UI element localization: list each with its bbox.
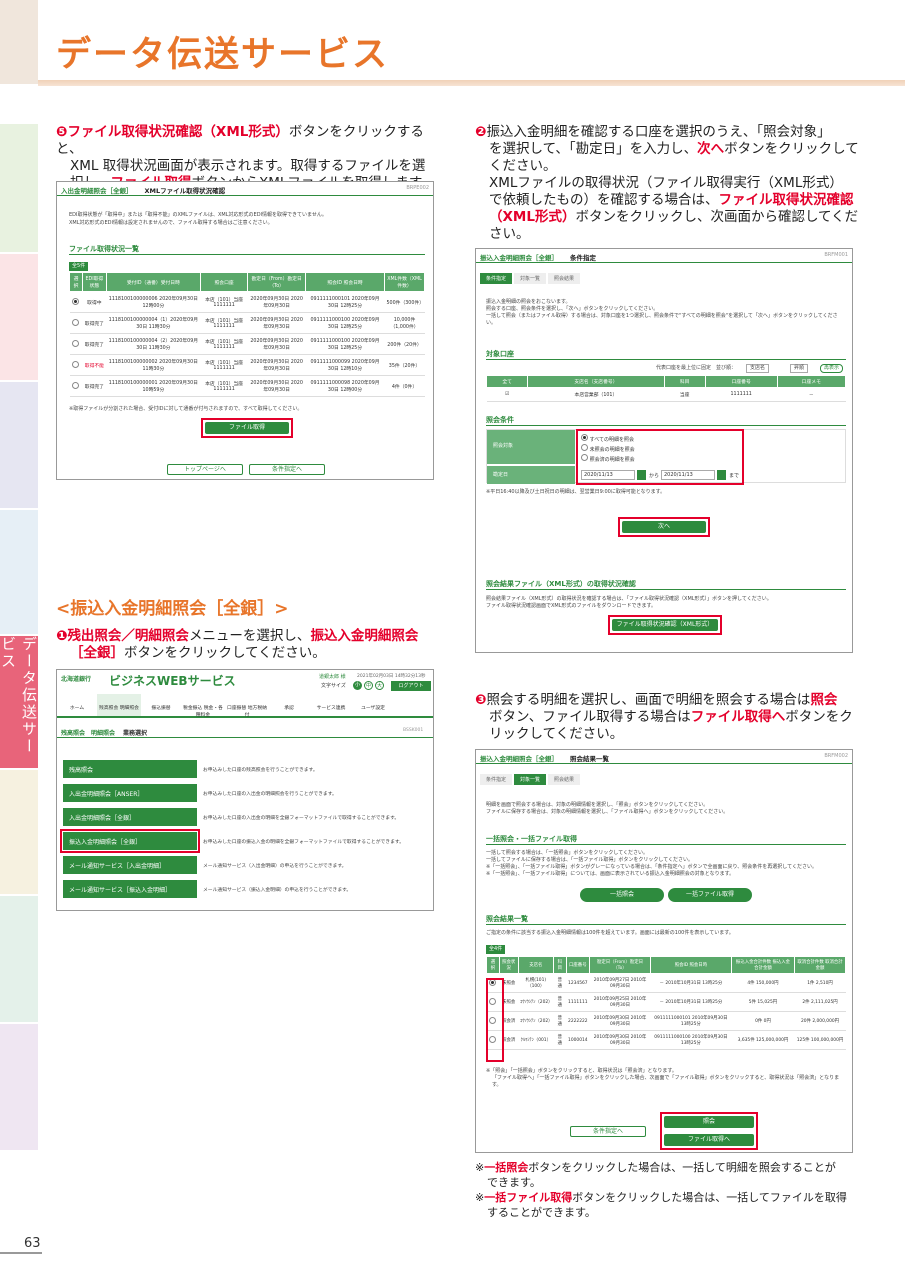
login-date: 2021年02月03日 14時32分13秒 [357,674,426,679]
step3-text: ❸照会する明細を選択し、画面で明細を照会する場合は照会 ボタン、ファイル取得する… [475,692,853,742]
target-label: 照会対象 [487,430,575,464]
step2-text: ❷振込入金明細を確認する口座を選択のうえ、「照会対象」 を選択して、「勘定日」を… [475,124,859,242]
highlight-box [576,429,744,485]
nav-user-settings[interactable]: ユーザ設定 [353,694,393,716]
bank-logo: 北海道銀行 [61,676,92,683]
logout-button[interactable]: ログアウト [391,681,431,691]
step1-text: ❶残出照会／明細照会メニューを選択し、振込入金明細照会 ［全銀］ボタンをクリック… [56,628,419,661]
step-indicator: 条件指定 対象一覧 照会結果 [480,774,581,785]
header-left-accent [0,0,38,84]
menu-desc: お申込みした口座の残高照会を行うことができます。 [203,768,318,773]
menu-desc: メール通知サービス（振込入金明細）の申込を行うことができます。 [203,888,352,893]
side-strip-7 [0,1024,38,1150]
side-strip-5 [0,770,38,894]
user-name: 道銀太郎 様 [319,674,346,680]
side-strip-2 [0,254,38,380]
nav-approval[interactable]: 承認 [269,694,309,716]
highlight-box [618,517,710,537]
bottom-notes: ※一括照会ボタンをクリックした場合は、一括して明細を照会することが できます。 … [475,1161,847,1219]
side-tab-data-transfer: データ伝送サービス [0,636,38,768]
font-size-label: 文字サイズ [321,683,346,689]
service-title: ビジネスWEBサービス [109,674,236,688]
nav-service-link[interactable]: サービス連携 [309,694,353,716]
condition-button[interactable]: 条件指定へ [249,464,325,475]
header-underline [38,80,905,86]
screenshot-condition: 振込入金明細照会［全銀］ 条件指定 BRFM001 条件指定 対象一覧 照会結果 振込入… [475,248,853,653]
nav-transfer[interactable]: 振込振替 [141,694,181,716]
table-row: 取得不能 1118100100000002 2020年09月30日 11時30分本… [69,354,425,376]
page: データ伝送サービス データ伝送サービス ❺ファイル取得状況確認（XML形式）ボタ… [0,0,905,1280]
screenshot-result-list: 振込入金明細照会［全銀］ 照会結果一覧 BRFM002 条件指定 対象一覧 照会結果 明… [475,749,853,1153]
table-row: 取得完了 1118100100000004（2）2020年09月30日 11時30… [69,333,425,355]
result-table: 選択 照会状況 支店名 科目 口座番号 勘定日（From）勘定日（To） 照会ID 照会日時… [486,956,846,1050]
menu-mail-furikomi[interactable]: メール通知サービス［振込入金明細］ [63,880,197,898]
menu-balance[interactable]: 残高照会 [63,760,197,778]
nav-tax[interactable]: 税金振込 税金・各種料金 [181,694,225,718]
page-number: 63 [24,1236,41,1251]
side-strip-3 [0,382,38,508]
table-row: 照会済 ｺｳｿｳｼﾃﾝ（202） 普通 2222222 2010年09月30日 2010… [486,1011,846,1031]
divider [57,737,433,738]
nav-balance[interactable]: 残高照会 明細照会 [97,694,141,716]
row-radio[interactable] [72,297,80,305]
font-mid-button[interactable]: 中 [364,681,373,690]
nav-home[interactable]: ホーム [57,694,97,716]
page-number-line [0,1252,42,1254]
bulk-inquiry-button[interactable]: 一括照会 [580,888,664,902]
date-label: 勘定日 [487,466,575,484]
screen-name: 業務選択 [123,730,148,737]
screenshot-xml-status: 入出金明細照会［全銀］ XMLファイル取得状況確認 BRPE002 EDI取得状態が… [56,181,434,480]
menu-anser[interactable]: 入出金明細照会［ANSER］ [63,784,197,802]
screenshot-business-select: 北海道銀行 ビジネスWEBサービス 道銀太郎 様 2021年02月03日 14時… [56,669,434,911]
table-row: 取得中 1118100100000006 2020年09月30日 12時00分 本店… [69,291,425,313]
bulk-file-button[interactable]: 一括ファイル取得 [668,888,752,902]
row-radio[interactable] [72,318,80,326]
nav-account-transfer[interactable]: 口座振替 地方税納付 [225,694,269,718]
table-row: ☑ 本店営業部（101） 当座 1111111 － [486,387,846,402]
menu-desc: お申込みした口座の入出金の明細照会を行うことができます。 [203,792,337,797]
menu-desc: お申込みした口座の振込入金の明細を全銀フォーマットファイルで取得することができま… [203,840,404,845]
account-table: 全て 支店名（支店番号） 科目 口座番号 口座メモ ☑ 本店営業部（101） 当座 11111… [485,375,847,402]
table-row: 未照会 札幌(101)（100） 普通 1234567 2010年09月27日 2010… [486,973,846,993]
side-strip-6 [0,896,38,1022]
main-nav: ホーム 残高照会 明細照会 振込振替 税金振込 税金・各種料金 口座振替 地方税… [57,694,433,718]
sort-key-select[interactable]: 支店名 [746,364,770,373]
menu-mail-inout[interactable]: メール通知サービス［入出金明細］ [63,856,197,874]
highlight-box [608,615,722,635]
table-row: 取得完了 1118100100000001 2020年09月30日 10時59分本… [69,375,425,397]
table-row: 未照会 ｺｳｿｳｼﾃﾝ（202） 普通 1111111 2010年09月25日 2010… [486,992,846,1012]
redisplay-button[interactable]: 再表示 [820,364,844,373]
section-title: <振込入金明細照会［全銀］> [56,599,289,619]
highlight-box [60,829,200,853]
font-large-button[interactable]: 大 [375,681,384,690]
breadcrumb: 残高照会 明細照会 [61,730,116,737]
font-small-button[interactable]: 小 [353,681,362,690]
menu-zengin[interactable]: 入出金明細照会［全銀］ [63,808,197,826]
condition-button[interactable]: 条件指定へ [570,1126,646,1137]
table-row: 取得完了 1118100100000004（1）2020年09月30日 11時30… [69,312,425,334]
table-row: 照会済 ｸﾙﾏｼﾃﾝ（001） 普通 1000014 2010年09月30日 2010年… [486,1030,846,1050]
side-strip-4 [0,510,38,634]
sort-order-select[interactable]: 昇順 [790,364,809,373]
top-page-button[interactable]: トップページへ [167,464,243,475]
menu-panel: 残高照会 お申込みした口座の残高照会を行うことができます。 入出金明細照会［AN… [57,750,433,910]
page-title: データ伝送サービス [56,35,390,75]
highlight-box [201,418,293,438]
row-radio[interactable] [72,381,80,389]
menu-desc: メール通知サービス（入出金明細）の申込を行うことができます。 [203,864,347,869]
xml-status-table: 選択 EDI取得状態 受付ID（通番）受付日時 照会口座 勘定日（From）勘定日（To… [69,272,425,397]
side-strip-1 [0,124,38,252]
highlight-box [486,978,504,1062]
step-indicator: 条件指定 対象一覧 照会結果 [480,273,581,284]
row-radio[interactable] [72,360,80,368]
menu-desc: お申込みした口座の入出金の明細を全銀フォーマットファイルで取得することができます… [203,816,400,821]
highlight-box [660,1112,758,1150]
row-radio[interactable] [72,339,80,347]
screen-id: BSSK001 [403,728,424,733]
